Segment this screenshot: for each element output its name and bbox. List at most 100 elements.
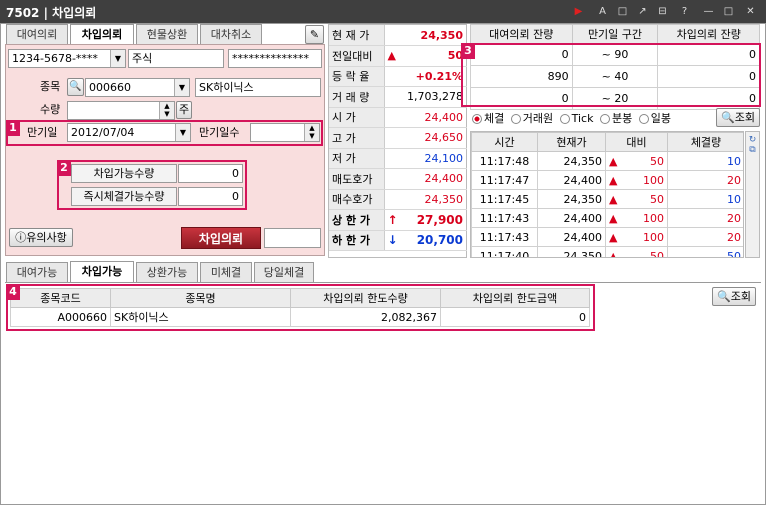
tab-lend-request[interactable]: 대여의뢰 bbox=[6, 24, 68, 44]
search-icon: 🔍 bbox=[717, 290, 731, 303]
popout-icon[interactable]: ↗ bbox=[636, 5, 649, 18]
price-row: 거 래 량 1,703,278 bbox=[329, 86, 467, 108]
price-row: 현 재 가 24,350 bbox=[329, 25, 467, 46]
trades-table-wrap: 시간 현재가 대비 체결량 11:17:48 24,350 ▲ 50 10 11:17:4… bbox=[470, 131, 744, 258]
close-icon[interactable]: ✕ bbox=[744, 5, 757, 18]
tab-lendable[interactable]: 대여가능 bbox=[6, 262, 68, 282]
col-time: 시간 bbox=[471, 132, 538, 152]
account-select[interactable]: 1234-5678-**** ▼ bbox=[8, 49, 126, 68]
qty-label: 수량 bbox=[40, 103, 61, 116]
col-expiry-range: 만기일 구간 bbox=[571, 24, 659, 44]
table-row: 11:17:45 24,350 ▲ 50 10 bbox=[471, 189, 743, 209]
price-row: 매도호가 24,400 bbox=[329, 168, 467, 190]
badge-1: 1 bbox=[6, 120, 20, 136]
price-value: 24,100 bbox=[384, 148, 467, 169]
price-row: 매수호가 24,350 bbox=[329, 189, 467, 210]
tab-cancel[interactable]: 대차취소 bbox=[200, 24, 262, 44]
price-row: 하 한 가 ↓ 20,700 bbox=[329, 230, 467, 251]
tab-divider bbox=[5, 282, 761, 283]
qty-input[interactable]: ▲ ▼ bbox=[67, 101, 175, 120]
help-icon[interactable]: ? bbox=[678, 5, 691, 18]
expiry-date: 2012/07/04 bbox=[71, 126, 135, 139]
price-value: 24,400 bbox=[384, 168, 467, 190]
tool-icon[interactable]: ✎ bbox=[305, 25, 324, 44]
tile-icon[interactable]: ⊟ bbox=[656, 5, 669, 18]
price-key: 고 가 bbox=[329, 127, 385, 149]
table-row: 11:17:47 24,400 ▲ 100 20 bbox=[471, 170, 743, 190]
trade-search-button[interactable]: 🔍조회 bbox=[716, 108, 760, 127]
font-icon[interactable]: A bbox=[596, 5, 609, 18]
price-key: 현 재 가 bbox=[329, 25, 385, 46]
price-value: 1,703,278 bbox=[384, 86, 467, 108]
radio-minute[interactable]: 분봉 bbox=[599, 112, 632, 125]
col-change: 대비 bbox=[605, 132, 668, 152]
chevron-down-icon[interactable]: ▼ bbox=[110, 50, 125, 67]
password-field[interactable]: ************** bbox=[228, 49, 322, 68]
notice-button[interactable]: ⓘ유의사항 bbox=[9, 228, 73, 247]
up-arrow-icon: ▲ bbox=[609, 249, 618, 258]
title-bar: 7502 | 차입의뢰 ▶ A □ ↗ ⊟ ? — □ ✕ bbox=[0, 0, 766, 23]
price-panel: 현 재 가 24,350 전일대비 ▲ 50 등 락 율 +0.21% 거 래 량 1,7… bbox=[328, 24, 467, 258]
borrowable-label: 차입가능수량 bbox=[71, 164, 177, 183]
spinner-icon[interactable]: ▲ ▼ bbox=[304, 124, 319, 141]
radio-day[interactable]: 일봉 bbox=[638, 112, 671, 125]
tab-repayable[interactable]: 상환가능 bbox=[136, 262, 198, 282]
minimize-icon[interactable]: — bbox=[702, 5, 715, 18]
notice-label: 유의사항 bbox=[26, 231, 67, 244]
badge-3: 3 bbox=[461, 43, 475, 59]
info-icon: ⓘ bbox=[15, 231, 27, 244]
tab-borrow-request[interactable]: 차입의뢰 bbox=[70, 24, 134, 45]
chevron-down-icon[interactable]: ▼ bbox=[174, 79, 189, 96]
stock-code-input[interactable]: 000660 ▼ bbox=[85, 78, 190, 97]
highlight-box-3 bbox=[461, 43, 761, 107]
col-borrow-remain: 차입의뢰 잔량 bbox=[657, 24, 760, 44]
expiry-days-input[interactable]: ▲ ▼ bbox=[250, 123, 320, 142]
stock-name: SK하이닉스 bbox=[195, 78, 321, 97]
trades-scrollbar[interactable]: ↻ ⧉ bbox=[745, 131, 760, 258]
highlight-box-4 bbox=[6, 284, 595, 331]
bottom-search-button[interactable]: 🔍조회 bbox=[712, 287, 756, 306]
trade-filter: 체결 거래원 Tick 분봉 일봉 bbox=[472, 110, 712, 126]
expiry-date-input[interactable]: 2012/07/04 ▼ bbox=[67, 123, 191, 142]
up-arrow-icon: ▲ bbox=[609, 230, 618, 244]
expiry-days-label: 만기일수 bbox=[199, 126, 240, 139]
borrowable-value: 0 bbox=[178, 164, 243, 183]
search-icon[interactable]: 🔍 bbox=[67, 78, 84, 96]
spinner-icon[interactable]: ▲ ▼ bbox=[159, 102, 174, 119]
window-icon[interactable]: □ bbox=[616, 5, 629, 18]
chevron-down-icon[interactable]: ▼ bbox=[175, 124, 190, 141]
radio-tick[interactable]: Tick bbox=[559, 112, 593, 125]
maximize-icon[interactable]: □ bbox=[722, 5, 735, 18]
tab-unfilled[interactable]: 미체결 bbox=[200, 262, 252, 282]
price-row: 시 가 24,400 bbox=[329, 107, 467, 128]
submit-borrow-button[interactable]: 차입의뢰 bbox=[181, 227, 261, 249]
radio-execution[interactable]: 체결 bbox=[472, 112, 504, 125]
up-arrow-icon: ▲ bbox=[609, 192, 618, 206]
price-row: 등 락 율 +0.21% bbox=[329, 66, 467, 87]
copy-icon: ⧉ bbox=[749, 145, 756, 155]
tab-stock-repay[interactable]: 현물상환 bbox=[136, 24, 198, 44]
price-key: 매도호가 bbox=[329, 168, 385, 190]
price-value: ↓ 20,700 bbox=[384, 230, 467, 251]
price-row: 저 가 24,100 bbox=[329, 148, 467, 169]
col-price: 현재가 bbox=[537, 132, 606, 152]
badge-4: 4 bbox=[6, 284, 20, 300]
col-lend-remain: 대여의뢰 잔량 bbox=[470, 24, 573, 44]
price-value: +0.21% bbox=[384, 66, 467, 87]
price-key: 매수호가 bbox=[329, 189, 385, 210]
tab-borrowable[interactable]: 차입가능 bbox=[70, 261, 134, 282]
price-key: 하 한 가 bbox=[329, 230, 385, 251]
price-key: 시 가 bbox=[329, 107, 385, 128]
radio-broker[interactable]: 거래원 bbox=[510, 112, 553, 125]
price-value: ▲ 50 bbox=[384, 45, 467, 67]
account-type: 주식 bbox=[128, 49, 224, 68]
tab-today-filled[interactable]: 당일체결 bbox=[254, 262, 314, 282]
qty-unit-button[interactable]: 주 bbox=[176, 101, 192, 119]
price-key: 전일대비 bbox=[329, 45, 385, 67]
play-icon[interactable]: ▶ bbox=[572, 5, 585, 18]
table-row: 11:17:43 24,400 ▲ 100 20 bbox=[471, 208, 743, 228]
badge-2: 2 bbox=[57, 160, 71, 176]
price-row: 고 가 24,650 bbox=[329, 127, 467, 149]
price-key: 등 락 율 bbox=[329, 66, 385, 87]
submit-extra-field[interactable] bbox=[264, 228, 321, 248]
